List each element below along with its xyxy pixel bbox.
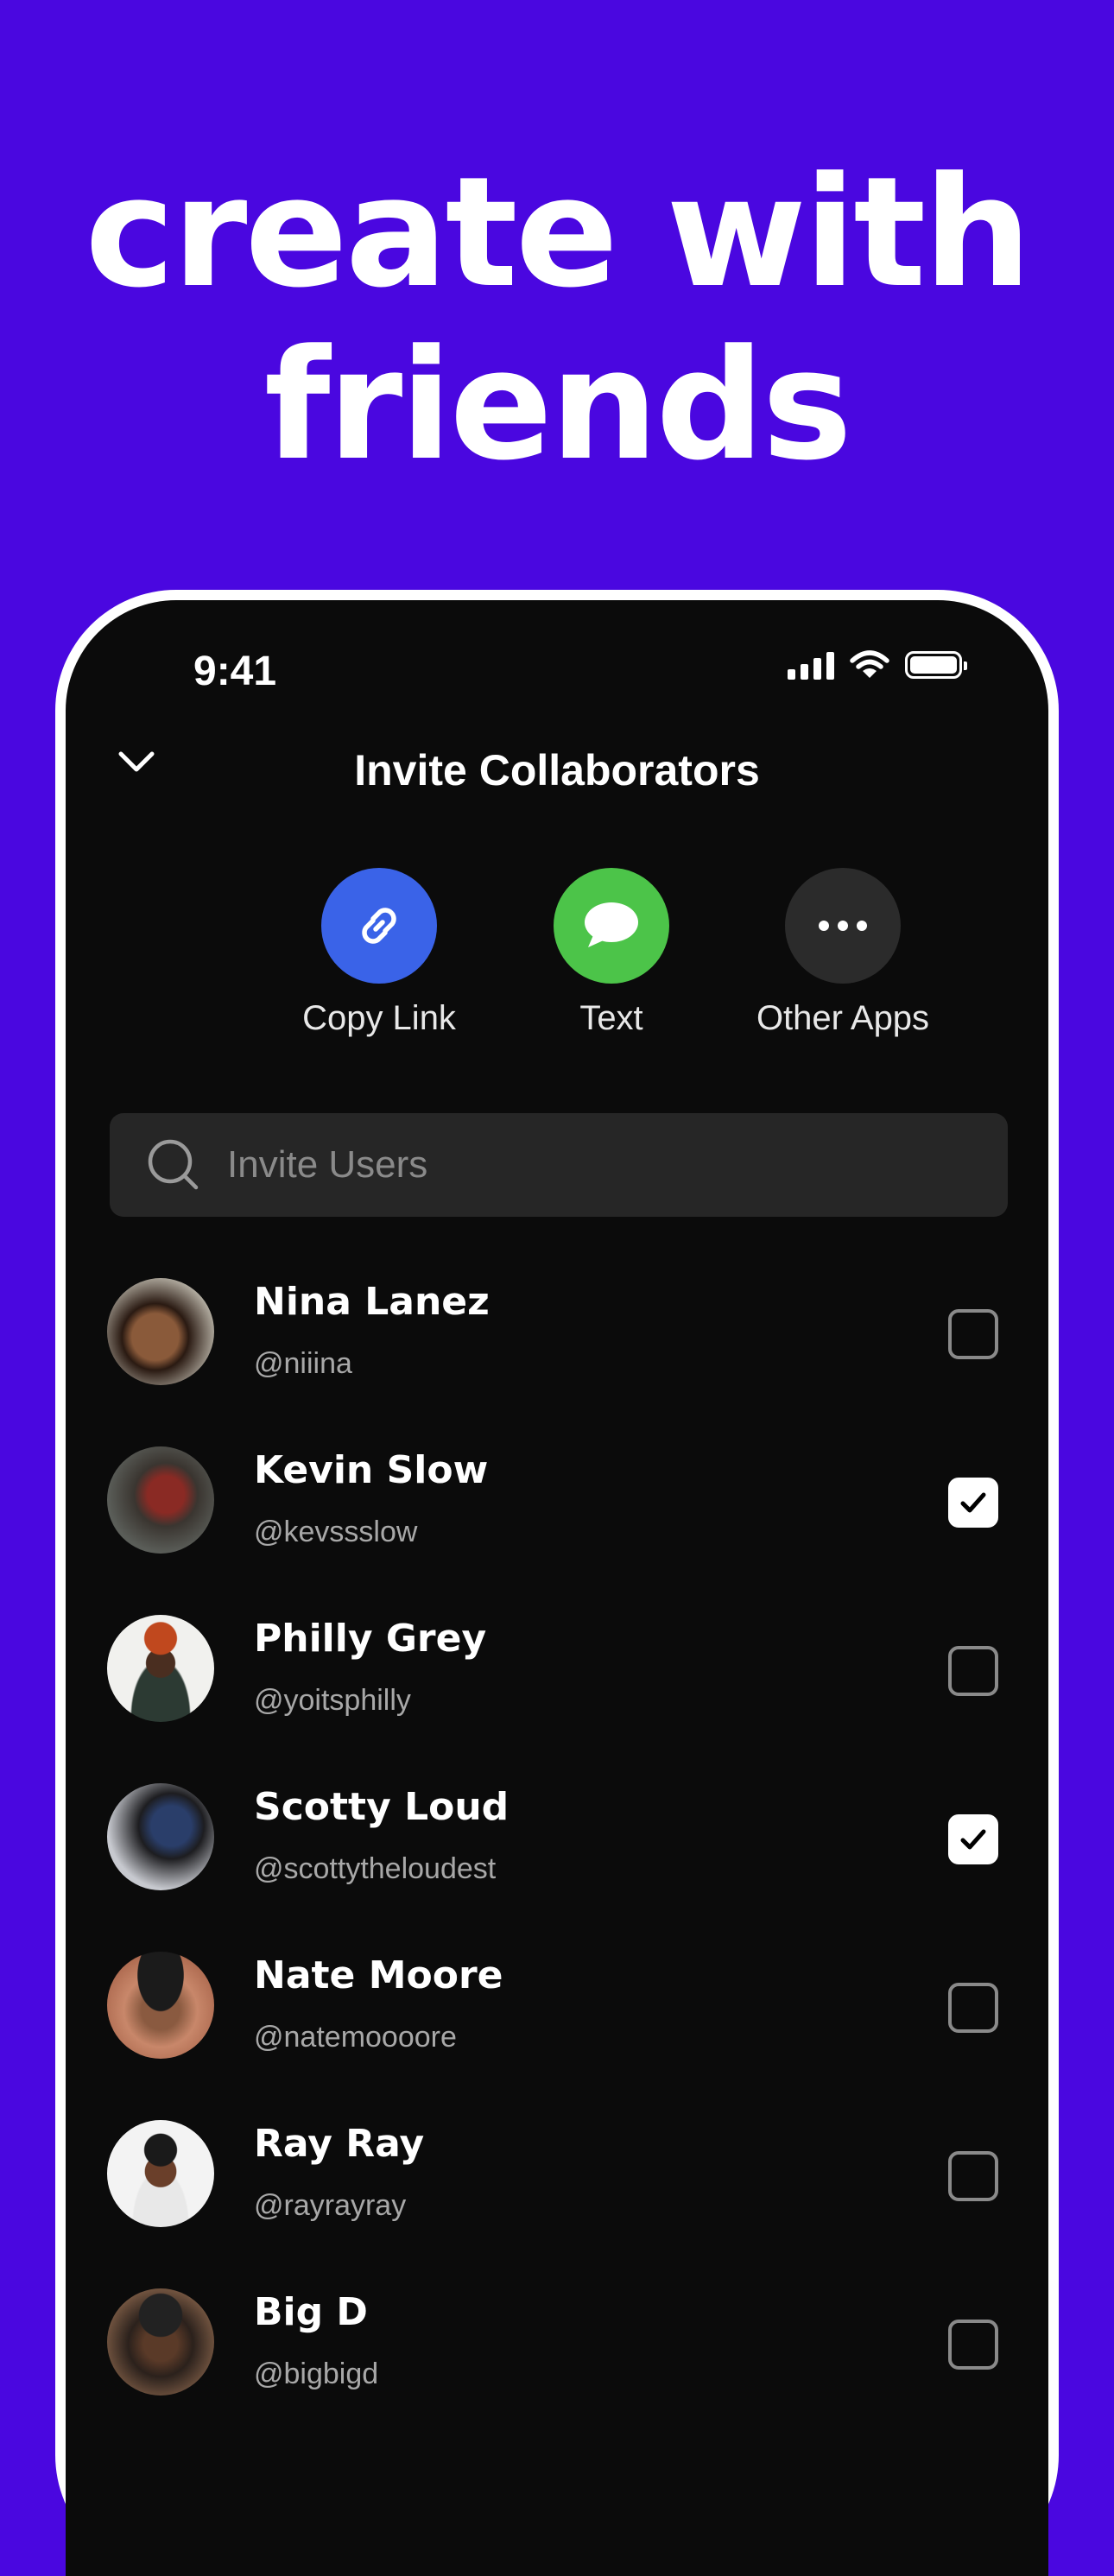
copy-link-label: Copy Link [302,999,456,1037]
user-name: Big D [254,2290,368,2334]
avatar [107,2120,214,2227]
user-handle: @kevssslow [254,1516,418,1548]
user-handle: @niiina [254,1347,352,1380]
copy-link-button[interactable]: Copy Link [267,868,491,1038]
select-checkbox[interactable] [948,2151,998,2201]
text-label: Text [579,999,643,1037]
battery-icon [905,651,967,679]
wifi-icon [850,650,889,678]
user-handle: @scottytheloudest [254,1852,497,1885]
user-handle: @natemoooore [254,2021,457,2054]
user-row-nate-moore[interactable]: Nate Moore @natemoooore [66,1952,1048,2120]
avatar [107,2288,214,2396]
user-row-ray-ray[interactable]: Ray Ray @rayrayray [66,2120,1048,2288]
headline-line-1: create with [85,144,1031,321]
select-checkbox[interactable] [948,2320,998,2370]
select-checkbox[interactable] [948,1309,998,1359]
select-checkbox[interactable] [948,1646,998,1696]
user-row-nina-lanez[interactable]: Nina Lanez @niiina [66,1278,1048,1446]
select-checkbox[interactable] [948,1478,998,1528]
message-icon [554,868,669,984]
user-name: Ray Ray [254,2122,425,2166]
user-handle: @yoitsphilly [254,1684,411,1717]
user-row-big-d[interactable]: Big D @bigbigd [66,2288,1048,2457]
search-icon [148,1139,199,1190]
avatar [107,1278,214,1385]
phone-frame: 9:41 Invite Collaborators Copy Link Text… [55,590,1059,2576]
more-icon [785,868,901,984]
headline-line-2: friends [263,317,852,494]
user-name: Nina Lanez [254,1280,490,1324]
cellular-signal-icon [788,650,834,680]
link-icon [321,868,437,984]
search-placeholder: Invite Users [227,1143,428,1186]
avatar [107,1783,214,1890]
checkmark-icon [960,1829,986,1850]
phone-screen: 9:41 Invite Collaborators Copy Link Text… [66,600,1048,2576]
user-name: Scotty Loud [254,1785,510,1829]
headline: create with friends [0,147,1114,492]
text-message-button[interactable]: Text [499,868,724,1038]
select-checkbox[interactable] [948,1814,998,1864]
status-icons [788,650,967,680]
user-handle: @bigbigd [254,2358,379,2390]
avatar [107,1446,214,1554]
user-row-philly-grey[interactable]: Philly Grey @yoitsphilly [66,1615,1048,1783]
other-apps-label: Other Apps [756,999,930,1037]
status-time: 9:41 [193,649,277,694]
avatar [107,1615,214,1722]
avatar [107,1952,214,2059]
user-name: Nate Moore [254,1953,503,1997]
user-name: Philly Grey [254,1617,487,1661]
user-row-scotty-loud[interactable]: Scotty Loud @scottytheloudest [66,1783,1048,1952]
user-name: Kevin Slow [254,1448,489,1492]
other-apps-button[interactable]: Other Apps [731,868,955,1038]
user-handle: @rayrayray [254,2189,407,2222]
page-title: Invite Collaborators [354,746,760,794]
checkmark-icon [960,1492,986,1513]
select-checkbox[interactable] [948,1983,998,2033]
user-row-kevin-slow[interactable]: Kevin Slow @kevssslow [66,1446,1048,1615]
user-list: Nina Lanez @niiina Kevin Slow @kevssslow… [66,1278,1048,2457]
search-input[interactable]: Invite Users [110,1113,1008,1217]
